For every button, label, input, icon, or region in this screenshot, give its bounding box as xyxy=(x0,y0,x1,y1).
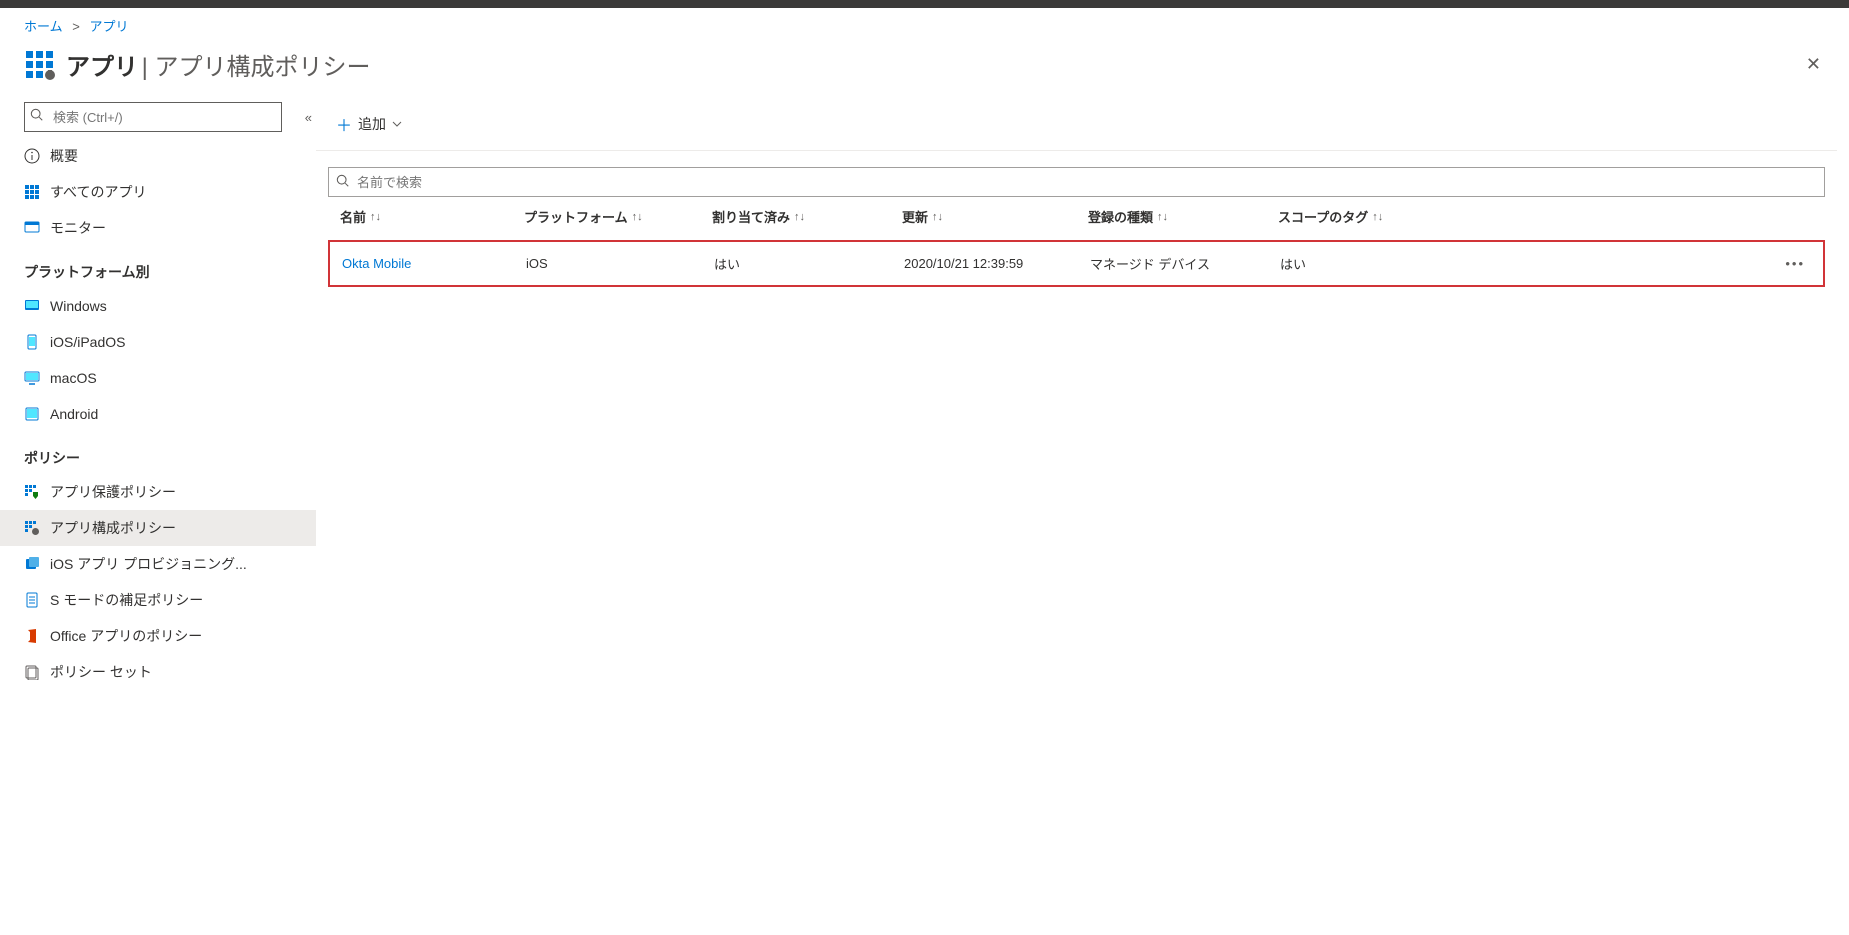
sidebar-group-policy: ポリシー xyxy=(0,432,316,474)
sidebar-group-platform: プラットフォーム別 xyxy=(0,246,316,288)
sidebar-item-policy-set[interactable]: ポリシー セット xyxy=(0,654,316,690)
sidebar: « 概要 すべてのアプリ モニター プラットフォーム別 Windows xyxy=(0,102,316,935)
breadcrumb-separator: > xyxy=(72,19,80,34)
document-icon xyxy=(24,592,40,608)
desktop-icon xyxy=(24,370,40,386)
provision-icon xyxy=(24,556,40,572)
sidebar-item-label: Android xyxy=(50,406,98,422)
sidebar-item-label: macOS xyxy=(50,370,97,386)
sidebar-item-app-protection[interactable]: アプリ保護ポリシー xyxy=(0,474,316,510)
sidebar-item-office[interactable]: Office アプリのポリシー xyxy=(0,618,316,654)
chevron-down-icon xyxy=(392,119,402,129)
search-icon xyxy=(30,108,44,122)
sidebar-item-smode[interactable]: S モードの補足ポリシー xyxy=(0,582,316,618)
row-more[interactable]: ••• xyxy=(1460,256,1811,271)
table-row[interactable]: Okta Mobile iOS はい 2020/10/21 12:39:59 マ… xyxy=(328,240,1825,287)
sidebar-item-windows[interactable]: Windows xyxy=(0,288,316,324)
table-header: 名前↑↓ プラットフォーム↑↓ 割り当て済み↑↓ 更新↑↓ 登録の種類↑↓ スコ… xyxy=(328,197,1825,236)
more-icon: ••• xyxy=(1785,256,1811,271)
sidebar-item-label: S モードの補足ポリシー xyxy=(50,590,203,610)
collapse-sidebar-icon[interactable]: « xyxy=(301,106,316,129)
page-header: アプリ | アプリ構成ポリシー ✕ xyxy=(0,43,1849,102)
sidebar-item-label: アプリ保護ポリシー xyxy=(50,482,176,502)
cell-platform: iOS xyxy=(526,256,714,271)
windows-icon xyxy=(24,298,40,314)
sort-icon: ↑↓ xyxy=(932,211,943,223)
sidebar-item-all-apps[interactable]: すべてのアプリ xyxy=(0,174,316,210)
sidebar-item-monitor[interactable]: モニター xyxy=(0,210,316,246)
column-assigned[interactable]: 割り当て済み↑↓ xyxy=(712,207,902,226)
column-type[interactable]: 登録の種類↑↓ xyxy=(1088,207,1278,226)
sidebar-item-android[interactable]: Android xyxy=(0,396,316,432)
column-name[interactable]: 名前↑↓ xyxy=(340,207,524,226)
sort-icon: ↑↓ xyxy=(370,211,381,223)
add-button[interactable]: ＋ 追加 xyxy=(328,106,410,142)
cell-assigned: はい xyxy=(714,254,904,273)
close-button[interactable]: ✕ xyxy=(1802,50,1825,79)
monitor-icon xyxy=(24,220,40,236)
sidebar-item-label: モニター xyxy=(50,218,106,238)
sidebar-item-label: 概要 xyxy=(50,146,78,166)
add-button-label: 追加 xyxy=(358,114,386,134)
gear-grid-icon xyxy=(24,520,40,536)
cell-name[interactable]: Okta Mobile xyxy=(342,256,526,271)
sidebar-item-overview[interactable]: 概要 xyxy=(0,138,316,174)
cell-type: マネージド デバイス xyxy=(1090,254,1280,273)
breadcrumb-home[interactable]: ホーム xyxy=(24,19,63,34)
sort-icon: ↑↓ xyxy=(1157,211,1168,223)
breadcrumb: ホーム > アプリ xyxy=(0,8,1849,43)
search-icon xyxy=(336,174,350,188)
column-platform[interactable]: プラットフォーム↑↓ xyxy=(524,207,712,226)
page-subtitle: | アプリ構成ポリシー xyxy=(142,54,371,81)
info-icon xyxy=(24,148,40,164)
main-content: ＋ 追加 名前↑↓ プラットフォーム↑↓ 割り当て済み↑↓ 更新↑↓ 登録の種類… xyxy=(316,102,1849,935)
sidebar-item-ios-provisioning[interactable]: iOS アプリ プロビジョニング... xyxy=(0,546,316,582)
sidebar-item-ios[interactable]: iOS/iPadOS xyxy=(0,324,316,360)
grid-icon xyxy=(24,184,40,200)
sidebar-item-label: すべてのアプリ xyxy=(50,182,146,202)
sidebar-item-app-config[interactable]: アプリ構成ポリシー xyxy=(0,510,316,546)
sidebar-item-label: iOS アプリ プロビジョニング... xyxy=(50,554,247,574)
window-top-bar xyxy=(0,0,1849,8)
sort-icon: ↑↓ xyxy=(794,211,805,223)
sidebar-item-label: iOS/iPadOS xyxy=(50,334,125,350)
sidebar-item-label: Windows xyxy=(50,298,107,314)
sidebar-item-label: Office アプリのポリシー xyxy=(50,626,202,646)
sidebar-item-label: アプリ構成ポリシー xyxy=(50,518,176,538)
phone-icon xyxy=(24,334,40,350)
page-title: アプリ xyxy=(66,54,138,81)
policy-set-icon xyxy=(24,664,40,680)
sort-icon: ↑↓ xyxy=(1372,211,1383,223)
apps-icon xyxy=(24,49,56,81)
sidebar-item-macos[interactable]: macOS xyxy=(0,360,316,396)
column-updated[interactable]: 更新↑↓ xyxy=(902,207,1088,226)
breadcrumb-app[interactable]: アプリ xyxy=(89,19,128,34)
column-tag[interactable]: スコープのタグ↑↓ xyxy=(1278,207,1458,226)
tablet-icon xyxy=(24,406,40,422)
shield-grid-icon xyxy=(24,484,40,500)
sort-icon: ↑↓ xyxy=(632,211,643,223)
sidebar-search-input[interactable] xyxy=(24,102,282,132)
sidebar-item-label: ポリシー セット xyxy=(50,662,152,682)
policy-table: 名前↑↓ プラットフォーム↑↓ 割り当て済み↑↓ 更新↑↓ 登録の種類↑↓ スコ… xyxy=(328,197,1825,287)
cell-updated: 2020/10/21 12:39:59 xyxy=(904,256,1090,271)
cell-tag: はい xyxy=(1280,254,1460,273)
plus-icon: ＋ xyxy=(336,112,352,136)
toolbar: ＋ 追加 xyxy=(316,102,1837,151)
main-search-input[interactable] xyxy=(328,167,1825,197)
office-icon xyxy=(24,628,40,644)
